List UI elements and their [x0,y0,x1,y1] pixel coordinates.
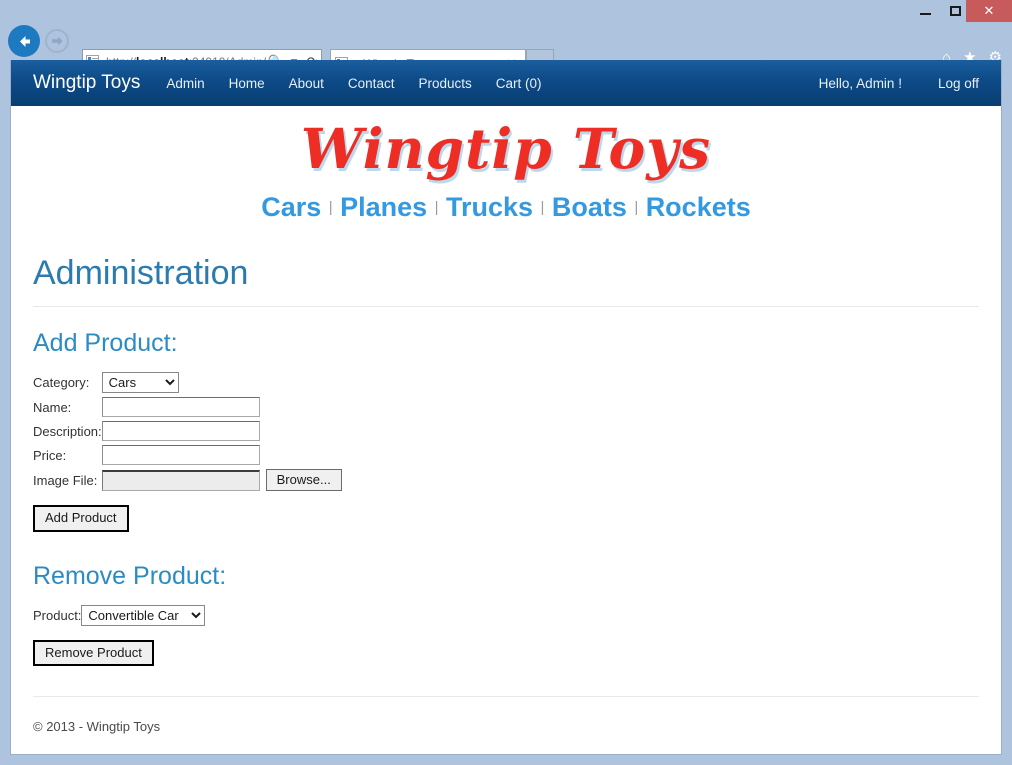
name-input[interactable] [101,397,260,418]
browse-button[interactable]: Browse... [265,469,342,492]
category-select[interactable]: Cars [101,372,179,394]
form-row-description: Description: [33,421,342,445]
category-link-trucks[interactable]: Trucks [446,192,533,222]
empty-cell [260,372,342,397]
site-logo-text: Wingtip Toys [300,116,712,181]
form-row-image: Image File: Browse... [33,469,342,495]
nav-user-area: Hello, Admin ! Log off [783,76,979,91]
page-title: Administration [33,254,249,292]
image-file-label: Image File: [33,472,98,488]
minimize-window-button[interactable] [910,0,940,22]
nav-greeting[interactable]: Hello, Admin ! [819,76,902,91]
form-row-price: Price: [33,445,342,469]
title-divider [33,306,979,308]
product-label: Product: [33,607,82,623]
browser-title-bar: ✕ [0,0,1012,22]
description-input[interactable] [101,421,260,442]
site-brand-link[interactable]: Wingtip Toys [33,72,140,94]
category-separator: | [634,199,639,216]
nav-link-logoff[interactable]: Log off [938,76,979,91]
nav-link-admin[interactable]: Admin [166,76,204,91]
category-link-boats[interactable]: Boats [552,192,627,222]
nav-link-contact[interactable]: Contact [348,76,395,91]
close-window-button[interactable]: ✕ [966,0,1012,22]
image-field-cell [101,469,260,495]
remove-product-heading: Remove Product: [33,561,227,590]
category-link-rockets[interactable]: Rockets [646,192,751,222]
category-link-cars[interactable]: Cars [261,192,321,222]
footer-copyright: © 2013 - Wingtip Toys [33,718,161,734]
category-separator: | [434,199,439,216]
minimize-icon [919,13,931,15]
category-separator: | [540,199,545,216]
category-link-planes[interactable]: Planes [340,192,427,222]
site-navigation-bar: Wingtip Toys Admin Home About Contact Pr… [11,60,1001,106]
page-viewport: Wingtip Toys Admin Home About Contact Pr… [10,60,1002,755]
forward-button[interactable] [45,29,69,53]
name-field-cell [101,397,260,421]
forward-arrow-icon [52,36,63,46]
category-label: Category: [33,375,90,391]
nav-link-cart[interactable]: Cart (0) [496,76,542,91]
remove-product-button[interactable]: Remove Product [33,639,154,666]
category-navigation: Cars | Planes | Trucks | Boats | Rockets [33,184,979,227]
form-row-category: Category: Cars [33,372,342,397]
browse-cell: Browse... [260,469,342,495]
form-row-name: Name: [33,397,342,421]
add-product-form: Category: Cars Name: Description: Price:… [33,372,342,495]
form-row-product: Product: Convertible Car [33,604,206,630]
product-select[interactable]: Convertible Car [81,604,206,626]
empty-cell [260,445,342,469]
close-icon: ✕ [983,3,995,18]
back-button[interactable] [8,25,40,57]
price-label: Price: [33,447,67,463]
add-product-button[interactable]: Add Product [33,505,129,532]
product-field-cell: Convertible Car [81,604,206,630]
price-field-cell [101,445,260,469]
browser-navigation-bar: http://localhost:24019/Admin/A 🔍 ▾ ⟳ - W… [0,22,1012,78]
category-field-cell: Cars [101,372,260,397]
description-label: Description: [33,423,102,439]
empty-cell [260,397,342,421]
price-input[interactable] [101,445,260,466]
name-label: Name: [33,399,72,415]
remove-product-form: Product: Convertible Car [33,604,206,630]
back-arrow-icon [19,35,30,47]
browser-window: ✕ http://localhost:24019/Admin/A 🔍 ▾ ⟳ -… [0,0,1012,765]
category-separator: | [328,199,333,216]
add-product-heading: Add Product: [33,329,178,358]
site-logo[interactable]: Wingtip Toys [33,106,979,184]
image-file-input[interactable] [101,469,260,491]
empty-cell [260,421,342,445]
nav-link-about[interactable]: About [289,76,324,91]
maximize-icon [949,6,961,16]
nav-link-home[interactable]: Home [229,76,265,91]
description-field-cell [101,421,260,445]
page-content: Wingtip Toys Cars | Planes | Trucks | Bo… [11,106,1001,734]
nav-link-products[interactable]: Products [418,76,471,91]
